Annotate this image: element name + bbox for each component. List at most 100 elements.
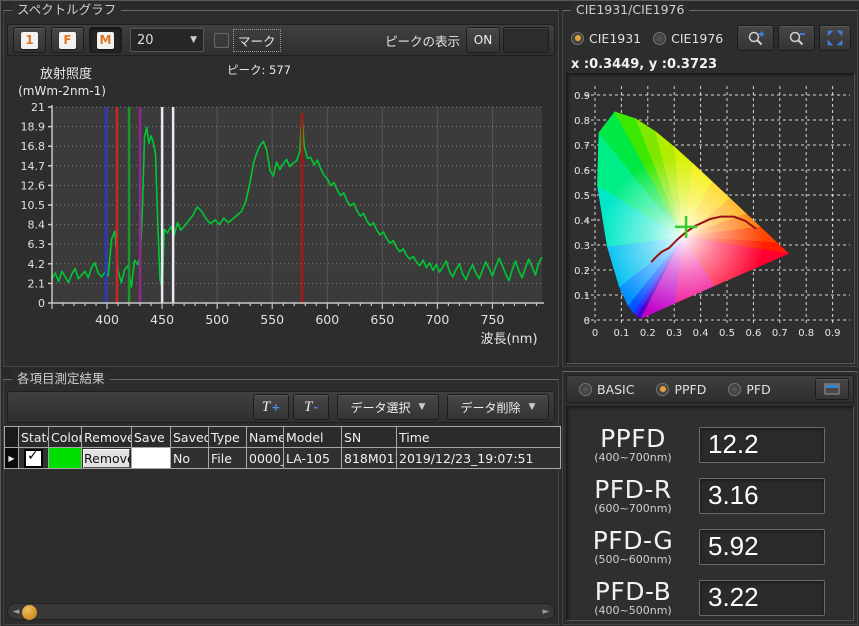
svg-text:0.2: 0.2 xyxy=(640,328,656,339)
svg-text:0.9: 0.9 xyxy=(825,328,841,339)
horizontal-scrollbar[interactable]: ◄ ► xyxy=(7,603,555,620)
results-panel-title: 各項目測定結果 xyxy=(12,371,110,387)
zoom-out-button[interactable] xyxy=(778,25,815,51)
measurement-row-pfd-r: PFD-R (600~700nm) 3.16 xyxy=(567,470,853,521)
ppfd-range: (400~700nm) xyxy=(567,452,699,463)
col-saved[interactable]: Saved xyxy=(171,427,209,448)
svg-text:0: 0 xyxy=(38,297,45,310)
svg-text:0.9: 0.9 xyxy=(574,91,590,102)
svg-text:550: 550 xyxy=(260,312,284,327)
mark-count-dropdown[interactable]: 20 ▼ xyxy=(130,28,204,52)
svg-text:波長(nm): 波長(nm) xyxy=(480,332,537,347)
results-toolbar: T+ T- データ選択 ▼ データ削除 ▼ xyxy=(7,391,555,423)
pfd-mode-bar: BASIC PPFD PFD xyxy=(566,375,854,403)
name-cell: 0000_Y xyxy=(247,448,284,469)
radio-basic-label: BASIC xyxy=(597,382,634,397)
radio-cie1976[interactable]: CIE1976 xyxy=(653,31,723,46)
radio-cie1931[interactable]: CIE1931 xyxy=(571,31,641,46)
svg-text:0.5: 0.5 xyxy=(719,328,735,339)
svg-text:0.6: 0.6 xyxy=(745,328,761,339)
svg-text:(mWm-2nm-1): (mWm-2nm-1) xyxy=(18,84,106,98)
graph-mode-m-button[interactable]: M xyxy=(89,27,122,53)
svg-text:0.3: 0.3 xyxy=(574,241,590,252)
fit-view-icon xyxy=(826,29,844,47)
svg-text:0.3: 0.3 xyxy=(666,328,682,339)
col-sn[interactable]: SN xyxy=(342,427,397,448)
zoom-in-button[interactable] xyxy=(737,25,774,51)
save-cell[interactable] xyxy=(132,448,171,469)
svg-text:0.4: 0.4 xyxy=(693,328,709,339)
graph-mode-f-button[interactable]: F xyxy=(51,27,84,53)
remove-button[interactable]: Remove xyxy=(83,449,130,468)
plus-sign: + xyxy=(271,401,280,414)
mark-count-value: 20 xyxy=(137,33,154,48)
peak-display-on-button[interactable]: ON xyxy=(466,27,500,53)
radio-dot xyxy=(728,383,741,396)
svg-text:750: 750 xyxy=(481,312,505,327)
cie-panel-title: CIE1931/CIE1976 xyxy=(571,2,689,18)
svg-text:ピーク: 577: ピーク: 577 xyxy=(227,63,291,77)
svg-text:500: 500 xyxy=(205,312,229,327)
cie-controls: CIE1931 CIE1976 xyxy=(567,24,853,52)
col-state[interactable]: State xyxy=(19,427,49,448)
display-mode-button[interactable] xyxy=(815,378,849,400)
scroll-right-icon[interactable]: ► xyxy=(538,607,554,617)
row-selector-icon[interactable]: ▶ xyxy=(5,448,19,469)
font-decrease-icon: T xyxy=(304,399,312,416)
one-icon: 1 xyxy=(21,32,38,49)
mark-checkbox[interactable] xyxy=(214,33,229,48)
pfd-r-value: 3.16 xyxy=(708,480,759,511)
svg-text:8.4: 8.4 xyxy=(28,219,46,232)
col-model[interactable]: Model xyxy=(284,427,342,448)
pfd-b-label: PFD-B xyxy=(567,579,699,604)
col-color[interactable]: Color xyxy=(49,427,82,448)
col-name[interactable]: Name xyxy=(247,427,284,448)
measurement-row-ppfd: PPFD (400~700nm) 12.2 xyxy=(567,419,853,470)
svg-text:6.3: 6.3 xyxy=(28,238,46,251)
spectrum-panel: スペクトルグラフ 1 F M 20 ▼ マーク ピークの表示 ON 02.14. xyxy=(3,10,559,367)
zoom-out-icon xyxy=(788,30,806,46)
svg-text:0.6: 0.6 xyxy=(574,166,590,177)
pfd-b-range: (400~500nm) xyxy=(567,605,699,616)
data-delete-button[interactable]: データ削除 ▼ xyxy=(447,394,549,420)
radio-pfd[interactable]: PFD xyxy=(728,382,770,397)
svg-text:0.8: 0.8 xyxy=(798,328,814,339)
state-checkbox[interactable] xyxy=(24,449,43,468)
col-time[interactable]: Time xyxy=(397,427,561,448)
fit-view-button[interactable] xyxy=(819,25,851,51)
col-save[interactable]: Save xyxy=(132,427,171,448)
radio-dot xyxy=(656,383,669,396)
font-increase-button[interactable]: T+ xyxy=(253,394,289,420)
col-type[interactable]: Type xyxy=(209,427,247,448)
radio-basic[interactable]: BASIC xyxy=(579,382,634,397)
color-cell[interactable] xyxy=(49,448,82,469)
pfd-r-range: (600~700nm) xyxy=(567,503,699,514)
time-cell: 2019/12/23_19:07:51 xyxy=(397,448,561,469)
model-cell: LA-105 xyxy=(284,448,342,469)
svg-text:0: 0 xyxy=(592,328,598,339)
svg-text:放射照度: 放射照度 xyxy=(40,66,92,82)
table-row[interactable]: ▶ Remove No File 0000_Y LA-105 818M0132 … xyxy=(5,448,561,469)
pfd-g-range: (500~600nm) xyxy=(567,554,699,565)
pfd-r-value-box: 3.16 xyxy=(699,478,825,514)
chevron-down-icon: ▼ xyxy=(529,402,536,412)
measurement-row-pfd-b: PFD-B (400~500nm) 3.22 xyxy=(567,572,853,623)
scrollbar-thumb[interactable] xyxy=(22,605,37,620)
cie-diagram-box: 000.10.10.20.20.30.30.40.40.50.50.60.60.… xyxy=(566,73,855,364)
chevron-down-icon: ▼ xyxy=(419,402,426,412)
radio-pfd-label: PFD xyxy=(746,382,770,397)
graph-mode-1-button[interactable]: 1 xyxy=(13,27,46,53)
pfd-measurements-box: PPFD (400~700nm) 12.2 PFD-R (600~700nm) … xyxy=(566,406,854,621)
state-cell[interactable] xyxy=(19,448,49,469)
pfd-b-value: 3.22 xyxy=(708,582,759,613)
on-label: ON xyxy=(474,33,492,47)
radio-ppfd[interactable]: PPFD xyxy=(656,382,706,397)
col-remove[interactable]: Remove xyxy=(82,427,132,448)
data-select-button[interactable]: データ選択 ▼ xyxy=(337,394,439,420)
spectrum-chart: 02.14.26.38.410.512.614.716.818.92140045… xyxy=(4,60,558,356)
peak-display-off-button[interactable] xyxy=(503,27,549,53)
font-decrease-button[interactable]: T- xyxy=(293,394,329,420)
pfd-b-value-box: 3.22 xyxy=(699,580,825,616)
measurement-row-pfd-g: PFD-G (500~600nm) 5.92 xyxy=(567,521,853,572)
radio-dot xyxy=(571,32,584,45)
